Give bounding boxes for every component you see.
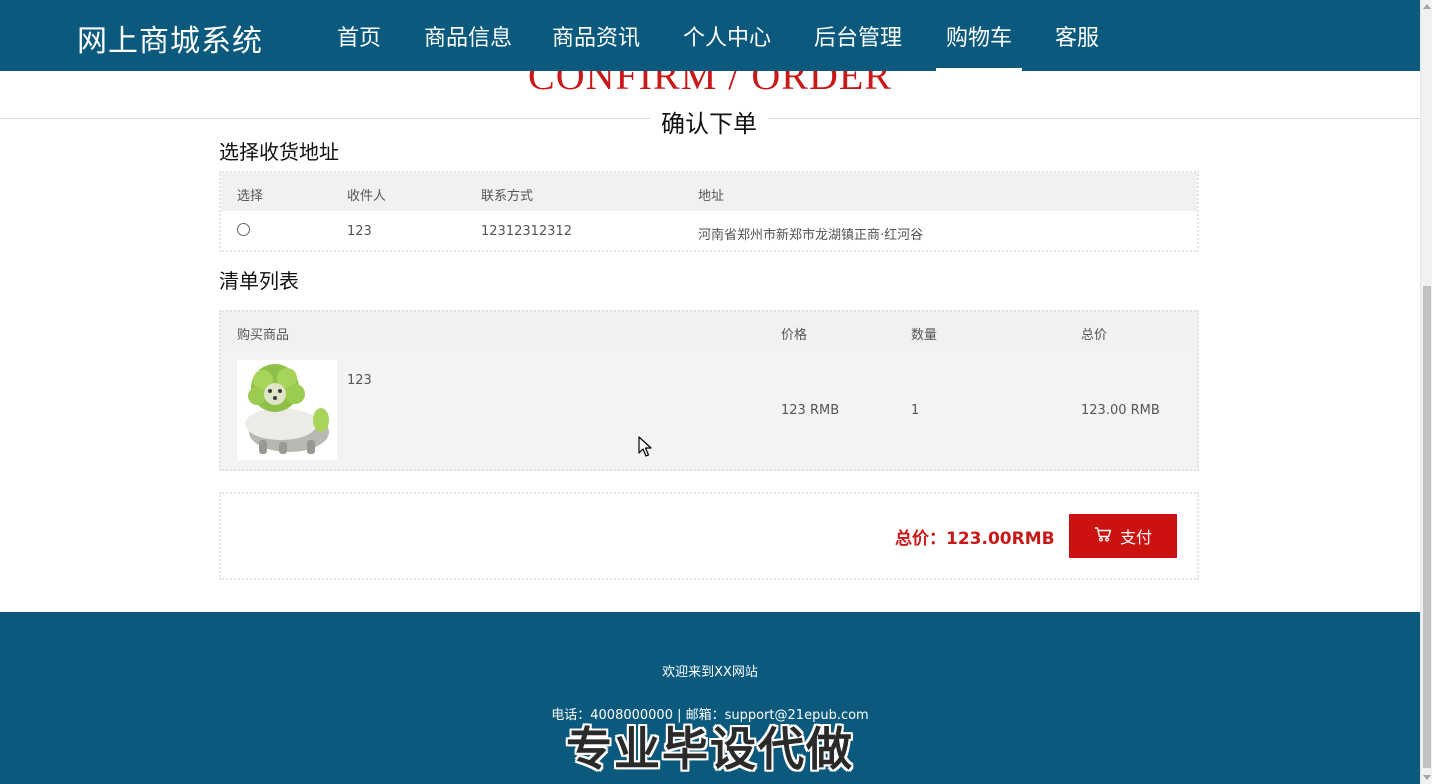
mouse-cursor-icon — [638, 436, 652, 457]
product-quantity: 1 — [911, 403, 920, 418]
page-title: 确认下单 — [650, 104, 768, 139]
order-list-table: 购买商品 价格 数量 总价 123 123 RMB 1 123.00 RMB — [219, 310, 1199, 471]
col-price: 价格 — [781, 328, 808, 343]
scroll-thumb[interactable] — [1423, 286, 1431, 768]
order-summary: 总价：123.00RMB 支付 — [219, 492, 1199, 580]
order-table-header: 购买商品 价格 数量 总价 — [221, 312, 1197, 350]
col-address: 地址 — [698, 189, 725, 204]
pay-button[interactable]: 支付 — [1069, 514, 1177, 558]
footer-welcome: 欢迎来到XX网站 — [662, 665, 758, 680]
col-phone: 联系方式 — [481, 189, 534, 204]
nav-cart[interactable]: 购物车 — [935, 20, 1023, 71]
address-section-heading: 选择收货地址 — [219, 140, 339, 164]
cart-icon — [1094, 526, 1112, 547]
watermark-overlay: 专业毕设代做 — [566, 722, 854, 776]
pay-button-label: 支付 — [1119, 530, 1152, 547]
product-image[interactable] — [237, 360, 337, 460]
nav-service[interactable]: 客服 — [1055, 20, 1099, 71]
nav-news[interactable]: 商品资讯 — [552, 20, 640, 71]
nav-admin[interactable]: 后台管理 — [814, 20, 902, 71]
nav-profile[interactable]: 个人中心 — [683, 20, 771, 71]
col-recipient: 收件人 — [347, 189, 387, 204]
col-subtotal: 总价 — [1081, 328, 1108, 343]
phone-cell: 12312312312 — [481, 224, 572, 239]
recipient-cell: 123 — [347, 224, 372, 239]
col-product: 购买商品 — [237, 328, 290, 343]
address-table-header: 选择 收件人 联系方式 地址 — [221, 173, 1197, 211]
col-select: 选择 — [237, 189, 264, 204]
col-quantity: 数量 — [911, 328, 938, 343]
product-price: 123 RMB — [781, 403, 840, 418]
address-cell: 河南省郑州市新郑市龙湖镇正商·红河谷 — [698, 228, 924, 243]
product-name[interactable]: 123 — [347, 373, 372, 388]
nav-products[interactable]: 商品信息 — [424, 20, 512, 71]
scroll-up-arrow-icon[interactable] — [1423, 4, 1431, 9]
page: 网上商城系统 首页 商品信息 商品资讯 个人中心 后台管理 购物车 客服 CON… — [0, 0, 1420, 784]
page-scrollbar[interactable] — [1420, 0, 1432, 784]
top-navbar: 网上商城系统 首页 商品信息 商品资讯 个人中心 后台管理 购物车 客服 — [0, 0, 1420, 71]
nav-home[interactable]: 首页 — [337, 20, 381, 71]
site-brand[interactable]: 网上商城系统 — [77, 16, 263, 60]
scroll-down-arrow-icon[interactable] — [1423, 775, 1431, 780]
product-subtotal: 123.00 RMB — [1081, 403, 1160, 418]
order-list-heading: 清单列表 — [219, 269, 299, 293]
footer: 欢迎来到XX网站 电话：4008000000 | 邮箱：support@21ep… — [0, 612, 1420, 784]
address-radio[interactable] — [237, 223, 250, 236]
total-price: 总价：123.00RMB — [895, 529, 1055, 549]
address-table: 选择 收件人 联系方式 地址 123 12312312312 河南省郑州市新郑市… — [219, 171, 1199, 252]
